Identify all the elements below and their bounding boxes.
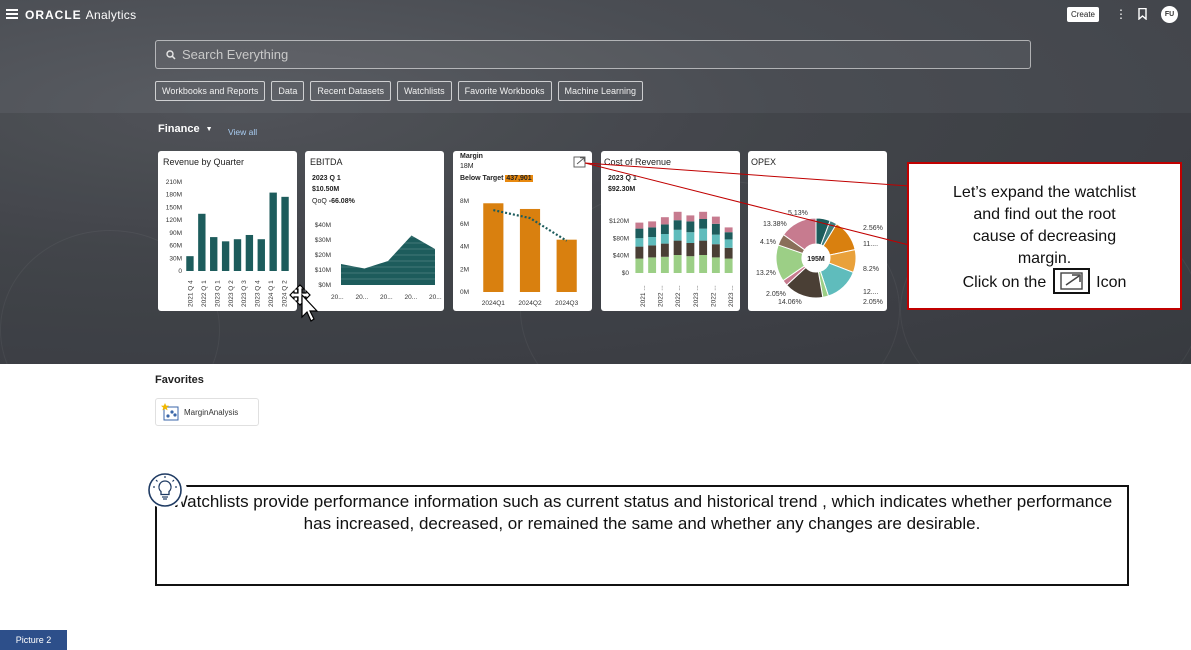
picture-label: Picture 2 [0, 630, 67, 650]
callout-icon-text: Icon [1096, 274, 1127, 292]
callout-line: and find out the root [973, 206, 1116, 223]
callout-line: Click on the Icon [909, 268, 1180, 296]
workbook-icon [161, 403, 179, 421]
info-note-box: Watchlists provide performance informati… [155, 485, 1129, 586]
callout-line: margin. [1017, 250, 1072, 267]
instruction-callout: Let’s expand the watchlist and find out … [907, 162, 1182, 310]
callout-line: cause of decreasing [972, 228, 1117, 245]
callout-line: Let’s expand the watchlist [953, 184, 1136, 201]
callout-click-text: Click on the [962, 274, 1047, 292]
favorite-workbook-label: MarginAnalysis [184, 407, 239, 417]
lightbulb-icon [143, 472, 187, 508]
favorite-workbook-item[interactable]: MarginAnalysis [155, 398, 259, 426]
info-note-text: Watchlists provide performance informati… [171, 492, 1113, 533]
hero-banner: ORACLEAnalytics Create ⋮ FU Workbooks an… [0, 0, 1191, 364]
mouse-cursor-icon [289, 284, 319, 322]
favorites-title: Favorites [155, 374, 204, 386]
app-root: ORACLEAnalytics Create ⋮ FU Workbooks an… [0, 0, 1191, 650]
expand-icon [1052, 268, 1090, 294]
